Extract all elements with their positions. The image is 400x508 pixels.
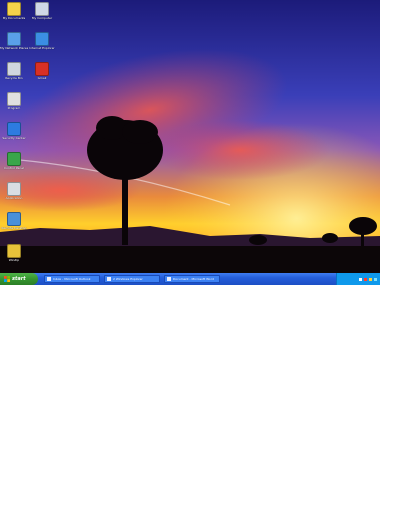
security-center-icon: [7, 122, 21, 136]
desktop-shortcut[interactable]: Security Center: [0, 122, 28, 140]
tray-icon[interactable]: [359, 277, 362, 281]
desktop-shortcut[interactable]: WinZip: [0, 244, 28, 262]
desktop-shortcut[interactable]: My Network Places: [0, 32, 28, 50]
desktop-screen: My Documents My Computer My Network Places…: [0, 0, 380, 285]
taskbar-button-word[interactable]: Document - Microsoft Word: [164, 275, 220, 283]
system-tray: [336, 273, 380, 285]
shortcut-label: Gmail: [37, 77, 47, 80]
recycle-bin-icon: [7, 62, 21, 76]
task-label: Inbox - Microsoft Outlook: [53, 277, 91, 281]
document-icon: [167, 277, 171, 281]
program-shortcut-icon: [7, 92, 21, 106]
my-computer-icon: [35, 2, 49, 16]
task-label: Document - Microsoft Word: [173, 277, 214, 281]
gmail-icon: [35, 62, 49, 76]
desktop-shortcut[interactable]: Remote Desktop: [0, 212, 28, 230]
windows-flag-icon: [4, 276, 10, 282]
shortcut-label: Internet Explorer: [29, 47, 55, 50]
taskbar-button-explorer[interactable]: 2 Windows Explorer: [104, 275, 160, 283]
desktop-shortcut[interactable]: Recycle Bin: [0, 62, 28, 80]
my-documents-icon: [7, 2, 21, 16]
shortcut-label: Program: [7, 107, 21, 110]
outlook-icon: [47, 277, 51, 281]
tray-icon[interactable]: [369, 277, 372, 281]
shortcut-label: My Network Places: [0, 47, 28, 50]
desktop-shortcut[interactable]: My Documents: [0, 2, 28, 20]
desktop-shortcut[interactable]: Application: [0, 182, 28, 200]
shortcut-label: Remote Desktop: [1, 227, 27, 230]
task-label: 2 Windows Explorer: [113, 277, 143, 281]
remote-desktop-icon: [7, 212, 21, 226]
shortcut-label: Application: [5, 197, 23, 200]
tray-icon[interactable]: [374, 277, 377, 281]
control-panel-icon: [7, 152, 21, 166]
folder-icon: [107, 277, 111, 281]
start-label: start: [12, 276, 26, 282]
shortcut-label: My Documents: [2, 17, 26, 20]
taskbar: start Inbox - Microsoft Outlook 2 Window…: [0, 273, 380, 285]
network-places-icon: [7, 32, 21, 46]
shortcut-label: My Computer: [31, 17, 53, 20]
desktop-shortcut[interactable]: My Computer: [28, 2, 56, 20]
winzip-icon: [7, 244, 21, 258]
shortcut-label: Recycle Bin: [5, 77, 23, 80]
desktop-shortcut[interactable]: Internet Explorer: [28, 32, 56, 50]
shortcut-label: WinZip: [8, 259, 20, 262]
sunset-wallpaper: [0, 0, 380, 273]
application-icon: [7, 182, 21, 196]
tray-icon[interactable]: [364, 277, 367, 281]
start-button[interactable]: start: [0, 273, 38, 285]
shortcut-label: Control Panel: [4, 167, 24, 170]
desktop-shortcut[interactable]: Control Panel: [0, 152, 28, 170]
desktop-shortcut[interactable]: Program: [0, 92, 28, 110]
taskbar-button-outlook[interactable]: Inbox - Microsoft Outlook: [44, 275, 100, 283]
shortcut-label: Security Center: [2, 137, 26, 140]
internet-explorer-icon: [35, 32, 49, 46]
desktop-shortcut[interactable]: Gmail: [28, 62, 56, 80]
